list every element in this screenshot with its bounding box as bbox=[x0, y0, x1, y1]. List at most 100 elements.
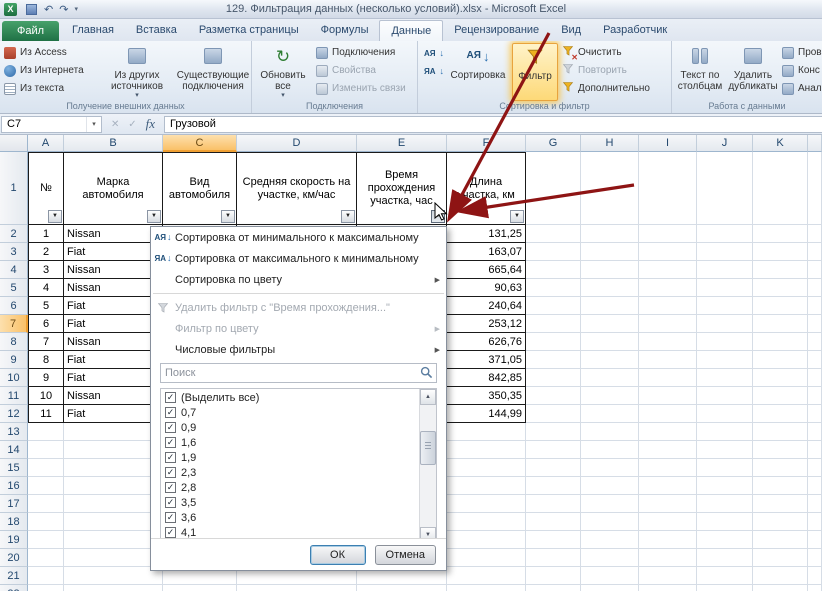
cell-I17[interactable] bbox=[639, 495, 697, 513]
existing-connections-button[interactable]: Существующие подключения bbox=[176, 43, 250, 101]
cell-G13[interactable] bbox=[526, 423, 581, 441]
cell-G20[interactable] bbox=[526, 549, 581, 567]
row-header-11[interactable]: 11 bbox=[0, 387, 28, 405]
cell-B8[interactable]: Nissan bbox=[64, 333, 163, 351]
cell-J16[interactable] bbox=[697, 477, 753, 495]
cell-H2[interactable] bbox=[581, 225, 639, 243]
cell-B3[interactable]: Fiat bbox=[64, 243, 163, 261]
cell-A18[interactable] bbox=[28, 513, 64, 531]
sort-ascending-button[interactable]: АЯ↓ bbox=[422, 45, 446, 62]
column-header-K[interactable]: K bbox=[753, 135, 808, 152]
cell-H11[interactable] bbox=[581, 387, 639, 405]
column-header-D[interactable]: D bbox=[237, 135, 357, 152]
cell-K11[interactable] bbox=[753, 387, 808, 405]
cell-B2[interactable]: Nissan bbox=[64, 225, 163, 243]
cell-H19[interactable] bbox=[581, 531, 639, 549]
row-header-5[interactable]: 5 bbox=[0, 279, 28, 297]
from-other-sources-button[interactable]: Из других источников ▾ bbox=[100, 43, 174, 101]
cell-F21[interactable] bbox=[447, 567, 526, 585]
tab-data[interactable]: Данные bbox=[379, 20, 443, 41]
cell-H13[interactable] bbox=[581, 423, 639, 441]
cell-I16[interactable] bbox=[639, 477, 697, 495]
filter-dropdown-button-C[interactable]: ▼ bbox=[221, 210, 235, 223]
cell-G12[interactable] bbox=[526, 405, 581, 423]
cell-A5[interactable]: 4 bbox=[28, 279, 64, 297]
cell-J18[interactable] bbox=[697, 513, 753, 531]
cell-J21[interactable] bbox=[697, 567, 753, 585]
cell-partial[interactable] bbox=[808, 333, 822, 351]
column-header-G[interactable]: G bbox=[526, 135, 581, 152]
cell-F18[interactable] bbox=[447, 513, 526, 531]
cell-J12[interactable] bbox=[697, 405, 753, 423]
cell-A9[interactable]: 8 bbox=[28, 351, 64, 369]
cell-A14[interactable] bbox=[28, 441, 64, 459]
filter-dropdown-button-B[interactable]: ▼ bbox=[147, 210, 161, 223]
cell-A11[interactable]: 10 bbox=[28, 387, 64, 405]
cell-A21[interactable] bbox=[28, 567, 64, 585]
cell-partial[interactable] bbox=[808, 369, 822, 387]
scrollbar-thumb[interactable] bbox=[420, 431, 436, 465]
cell-H22[interactable] bbox=[581, 585, 639, 591]
row-header-13[interactable]: 13 bbox=[0, 423, 28, 441]
checkbox-checked-icon[interactable]: ✓ bbox=[165, 512, 176, 523]
cell-A15[interactable] bbox=[28, 459, 64, 477]
cell-H21[interactable] bbox=[581, 567, 639, 585]
tab-home[interactable]: Главная bbox=[61, 19, 125, 41]
cell-I13[interactable] bbox=[639, 423, 697, 441]
cell-F9[interactable]: 371,05 bbox=[447, 351, 526, 369]
cell-A8[interactable]: 7 bbox=[28, 333, 64, 351]
cell-I8[interactable] bbox=[639, 333, 697, 351]
sort-button[interactable]: АЯ ↓ Сортировка bbox=[446, 43, 510, 101]
cell-F8[interactable]: 626,76 bbox=[447, 333, 526, 351]
cell-H20[interactable] bbox=[581, 549, 639, 567]
cancel-button[interactable]: Отмена bbox=[375, 545, 436, 565]
cell-K8[interactable] bbox=[753, 333, 808, 351]
filter-list-item[interactable]: ✓1,9 bbox=[161, 450, 419, 465]
sort-descending-button[interactable]: ЯА↓ bbox=[422, 63, 446, 80]
cell-K22[interactable] bbox=[753, 585, 808, 591]
column-header-C[interactable]: C bbox=[163, 135, 237, 152]
cell-G22[interactable] bbox=[526, 585, 581, 591]
column-header-J[interactable]: J bbox=[697, 135, 753, 152]
filter-dropdown-button-E[interactable]: ▼ bbox=[431, 210, 445, 223]
filter-list-item[interactable]: ✓0,7 bbox=[161, 405, 419, 420]
cell-I5[interactable] bbox=[639, 279, 697, 297]
cell-B12[interactable]: Fiat bbox=[64, 405, 163, 423]
cell-B22[interactable] bbox=[64, 585, 163, 591]
tab-formulas[interactable]: Формулы bbox=[310, 19, 380, 41]
filter-list-item[interactable]: ✓1,6 bbox=[161, 435, 419, 450]
cell-I20[interactable] bbox=[639, 549, 697, 567]
cell-E22[interactable] bbox=[357, 585, 447, 591]
cell-I18[interactable] bbox=[639, 513, 697, 531]
row-header-9[interactable]: 9 bbox=[0, 351, 28, 369]
cell-J7[interactable] bbox=[697, 315, 753, 333]
cell-partial[interactable] bbox=[808, 279, 822, 297]
cell-K19[interactable] bbox=[753, 531, 808, 549]
cell-C22[interactable] bbox=[163, 585, 237, 591]
cell-K6[interactable] bbox=[753, 297, 808, 315]
checkbox-checked-icon[interactable]: ✓ bbox=[165, 497, 176, 508]
cell-F16[interactable] bbox=[447, 477, 526, 495]
checkbox-checked-icon[interactable]: ✓ bbox=[165, 452, 176, 463]
row-header-18[interactable]: 18 bbox=[0, 513, 28, 531]
cell-H10[interactable] bbox=[581, 369, 639, 387]
filter-list-item[interactable]: ✓0,9 bbox=[161, 420, 419, 435]
cell-partial[interactable] bbox=[808, 441, 822, 459]
row-header-10[interactable]: 10 bbox=[0, 369, 28, 387]
ok-button[interactable]: ОК bbox=[310, 545, 366, 565]
cell-G6[interactable] bbox=[526, 297, 581, 315]
row-header-12[interactable]: 12 bbox=[0, 405, 28, 423]
cell-A7[interactable]: 6 bbox=[28, 315, 64, 333]
search-icon[interactable] bbox=[420, 366, 433, 382]
column-header-I[interactable]: I bbox=[639, 135, 697, 152]
cell-J10[interactable] bbox=[697, 369, 753, 387]
header-cell-A1[interactable]: №▼ bbox=[28, 152, 64, 225]
cell-J17[interactable] bbox=[697, 495, 753, 513]
cell-A2[interactable]: 1 bbox=[28, 225, 64, 243]
cell-I3[interactable] bbox=[639, 243, 697, 261]
cell-H5[interactable] bbox=[581, 279, 639, 297]
tab-page-layout[interactable]: Разметка страницы bbox=[188, 19, 310, 41]
menu-item-sort-by-color[interactable]: Сортировка по цвету ▶ bbox=[151, 269, 446, 290]
cell-I19[interactable] bbox=[639, 531, 697, 549]
cell-D22[interactable] bbox=[237, 585, 357, 591]
